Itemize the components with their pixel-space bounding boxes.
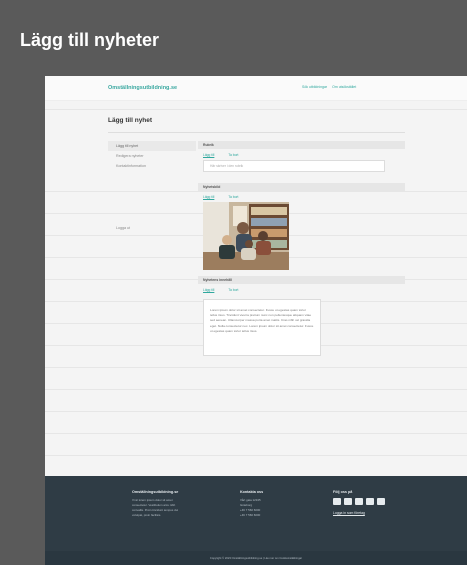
- footer-about-line: volutpat, proin facilisis.: [132, 513, 162, 517]
- side-menu: Lägg till nyhet Redigera nyheter Kontakt…: [108, 141, 196, 171]
- image-add-tab[interactable]: Lägg till: [203, 195, 214, 199]
- footer-contact-heading: Kontakta oss: [240, 490, 264, 494]
- news-image: [203, 202, 289, 270]
- rubrik-section-header: Rubrik: [198, 141, 405, 149]
- rubrik-tabs: Lägg till Ta bort: [198, 149, 405, 160]
- company-login-link[interactable]: Logga in som företag: [333, 511, 385, 515]
- copyright-bar: Copyright © 2023 Omställningsutbildning.…: [45, 551, 467, 565]
- website-screenshot: Omställningsutbildning.se Sök utbildning…: [45, 76, 467, 565]
- news-photo-illustration: [203, 202, 289, 270]
- rubrik-input[interactable]: Här skriver i den rubrik: [203, 160, 385, 172]
- menu-item-add-news[interactable]: Lägg till nyhet: [108, 141, 196, 151]
- instagram-icon[interactable]: [344, 498, 352, 505]
- footer-contact: Kontakta oss Vårt gata 12345 Göteborg +4…: [240, 490, 263, 518]
- content-section-header: Nyhetens innehåll: [198, 276, 405, 284]
- image-section-header: Nyhetsbild: [198, 183, 405, 191]
- main-heading: Lägg till nyhet: [108, 117, 153, 124]
- linkedin-icon[interactable]: [355, 498, 363, 505]
- site-header: Omställningsutbildning.se Sök utbildning…: [45, 76, 467, 101]
- footer-contact-line: +46 7 560 6000: [240, 513, 261, 517]
- footer-about: Omställningsutbildning.se Vi är lorem ip…: [132, 490, 178, 518]
- rubrik-remove-tab[interactable]: Ta bort: [228, 153, 238, 157]
- divider: [108, 132, 405, 133]
- site-logo[interactable]: Omställningsutbildning.se: [108, 85, 177, 91]
- rubrik-add-tab[interactable]: Lägg till: [203, 153, 214, 157]
- menu-item-edit-news[interactable]: Redigera nyheter: [108, 151, 196, 161]
- footer-about-heading: Omställningsutbildning.se: [132, 490, 179, 494]
- logout-link[interactable]: Logga ut: [116, 226, 130, 230]
- footer-social-heading: Följ oss på: [333, 490, 353, 494]
- content-remove-tab[interactable]: Ta bort: [228, 288, 238, 292]
- content-textarea[interactable]: Lorem ipsum dolor sit amet consectetur. …: [203, 299, 321, 356]
- image-tabs: Lägg till Ta bort: [198, 191, 405, 202]
- content-tabs: Lägg till Ta bort: [198, 284, 405, 295]
- menu-item-contact-info[interactable]: Kontaktinformation: [108, 161, 196, 171]
- facebook-icon[interactable]: [333, 498, 341, 505]
- header-nav: Sök utbildningar Om utsökstället: [302, 85, 356, 89]
- content-add-tab[interactable]: Lägg till: [203, 288, 214, 292]
- page-title: Lägg till nyheter: [20, 30, 160, 50]
- youtube-icon[interactable]: [377, 498, 385, 505]
- header-link-about[interactable]: Om utsökstället: [332, 85, 356, 89]
- image-remove-tab[interactable]: Ta bort: [228, 195, 238, 199]
- header-link-courses[interactable]: Sök utbildningar: [302, 85, 327, 89]
- social-icons: [333, 498, 385, 505]
- news-form: Rubrik Lägg till Ta bort Här skriver i d…: [198, 141, 405, 356]
- footer-social: Följ oss på Logga in som företag: [333, 490, 385, 515]
- site-footer: Omställningsutbildning.se Vi är lorem ip…: [45, 476, 467, 552]
- twitter-icon[interactable]: [366, 498, 374, 505]
